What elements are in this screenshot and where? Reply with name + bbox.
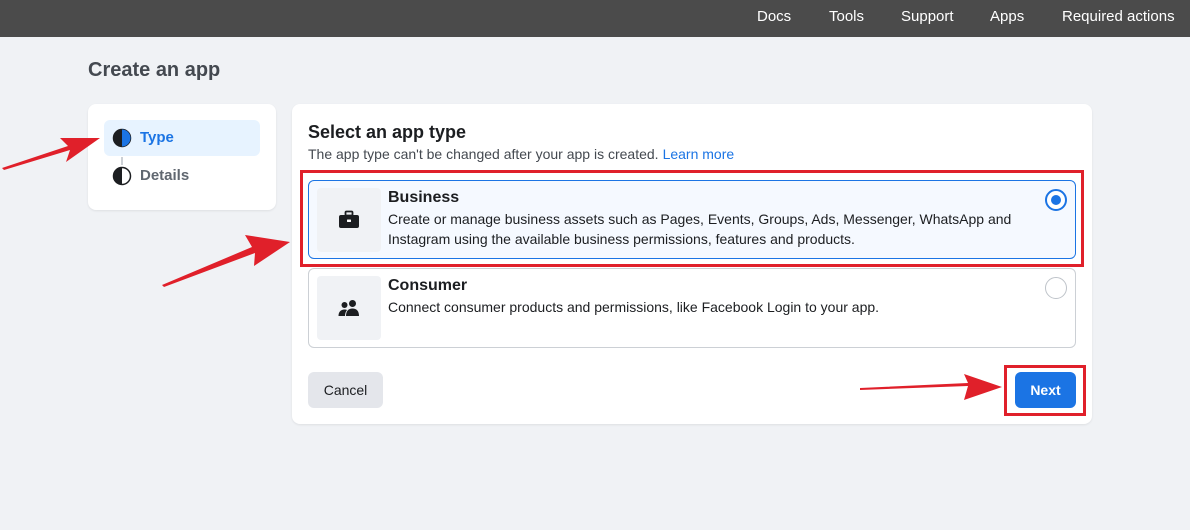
steps-sidebar: Type Details	[88, 104, 276, 210]
subtitle-text: The app type can't be changed after your…	[308, 146, 659, 162]
arrow-to-business-option	[162, 235, 290, 287]
step-label-type: Type	[140, 129, 174, 146]
nav-link-support[interactable]: Support	[901, 0, 954, 37]
section-subtitle: The app type can't be changed after your…	[308, 146, 734, 162]
arrow-to-type-step	[2, 138, 100, 170]
radio-consumer[interactable]	[1045, 277, 1067, 299]
app-type-option-consumer[interactable]: Consumer Connect consumer products and p…	[308, 268, 1076, 348]
option-description-consumer: Connect consumer products and permission…	[388, 299, 880, 315]
app-type-option-business[interactable]: Business Create or manage business asset…	[308, 180, 1076, 259]
next-button[interactable]: Next	[1015, 372, 1076, 408]
half-circle-step-icon	[112, 128, 132, 148]
option-title-consumer: Consumer	[388, 277, 468, 294]
step-details[interactable]: Details	[104, 158, 260, 194]
people-icon	[338, 300, 359, 316]
top-navigation-bar: Docs Tools Support Apps Required actions	[0, 0, 1190, 37]
nav-link-tools[interactable]: Tools	[829, 0, 864, 37]
app-type-card: Select an app type The app type can't be…	[292, 104, 1092, 424]
section-title: Select an app type	[308, 122, 467, 142]
radio-business[interactable]	[1045, 189, 1067, 211]
half-circle-step-icon	[112, 166, 132, 186]
option-icon-container	[317, 188, 381, 252]
briefcase-icon	[339, 210, 359, 228]
cancel-button[interactable]: Cancel	[308, 372, 383, 408]
option-title-business: Business	[388, 189, 460, 206]
option-icon-container	[317, 276, 381, 340]
page-title: Create an app	[88, 59, 221, 81]
nav-link-required-actions[interactable]: Required actions	[1062, 0, 1175, 37]
step-label-details: Details	[140, 167, 190, 184]
step-type[interactable]: Type	[104, 120, 260, 156]
nav-link-apps[interactable]: Apps	[990, 0, 1024, 37]
nav-link-docs[interactable]: Docs	[757, 0, 791, 37]
learn-more-link[interactable]: Learn more	[663, 146, 735, 162]
option-description-business: Create or manage business assets such as…	[388, 211, 1012, 247]
